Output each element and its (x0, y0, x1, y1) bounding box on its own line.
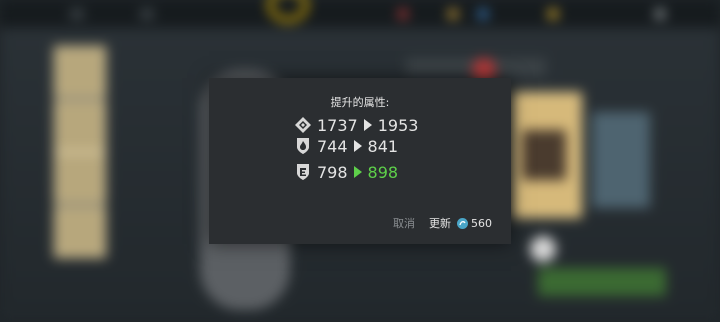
background-item-card (592, 112, 650, 208)
dialog-footer: 取消 更新 560 (393, 215, 492, 231)
update-button[interactable]: 更新 560 (429, 215, 492, 231)
arrow-right-icon (353, 163, 362, 182)
stat-old-value: 744 (317, 136, 348, 156)
background-card (54, 46, 106, 98)
background-topbar-glyph (70, 9, 84, 19)
stat-new-value: 1953 (377, 115, 419, 135)
arrow-right-icon (353, 137, 362, 156)
background-button (538, 268, 666, 296)
stat-row-highlighted: 798 898 (293, 161, 398, 183)
diamond-icon (293, 115, 313, 135)
background-topbar-glyph (398, 9, 408, 19)
update-button-label: 更新 (429, 217, 451, 230)
update-cost: 560 (471, 216, 492, 230)
currency-icon (457, 217, 468, 229)
background-item-art (522, 130, 566, 180)
background-topbar-glyph (655, 9, 665, 19)
background-topbar-glyph (140, 9, 154, 19)
shield-fire-icon (293, 136, 313, 156)
stat-row: 744 841 (293, 135, 398, 157)
background-topbar-glyph (448, 9, 458, 19)
stat-new-value: 898 (367, 162, 399, 182)
background-card (54, 206, 106, 258)
stat-new-value: 841 (367, 136, 399, 156)
arrow-right-icon (363, 116, 372, 135)
dialog-title: 提升的属性: (330, 96, 390, 109)
background-item (530, 236, 556, 262)
background-card (54, 100, 106, 152)
background-topbar-glyph (478, 9, 488, 19)
stat-row: 1737 1953 (293, 114, 418, 136)
upgrade-dialog: 提升的属性: 1737 1953 744 841 798 898 取消 更新 5… (209, 78, 511, 244)
background-card (54, 152, 106, 204)
stat-old-value: 1737 (317, 115, 358, 135)
shield-e-icon (293, 162, 313, 182)
stat-old-value: 798 (317, 162, 348, 182)
background-topbar (0, 0, 720, 28)
background-topbar-glyph (548, 9, 558, 19)
cancel-button[interactable]: 取消 (393, 215, 415, 231)
